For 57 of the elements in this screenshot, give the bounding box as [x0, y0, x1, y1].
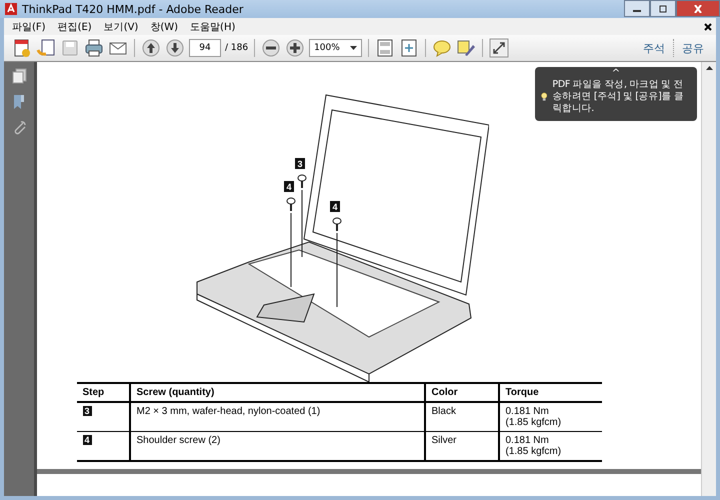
torque-value: (1.85 kgfcm) — [506, 417, 562, 428]
app-icon — [4, 2, 18, 16]
screw-icon — [286, 198, 296, 211]
column-header: Torque — [498, 383, 602, 402]
callout-label: 4 — [284, 181, 294, 192]
screw-icon — [332, 218, 342, 231]
column-header: Step — [76, 383, 130, 402]
scroll-up-icon[interactable] — [706, 66, 712, 70]
arrow-up-icon[interactable] — [141, 38, 161, 58]
comment-icon[interactable] — [432, 38, 452, 58]
close-button[interactable] — [676, 0, 720, 17]
menu-item[interactable]: 도움말(H) — [190, 20, 236, 34]
create-pdf-icon[interactable] — [12, 38, 32, 58]
menu-item[interactable]: 파일(F) — [12, 20, 46, 34]
close-icon[interactable] — [704, 22, 712, 30]
column-header: Color — [424, 383, 498, 402]
table-cell: Shoulder screw (2) — [130, 432, 424, 461]
scrollbar[interactable] — [701, 62, 716, 496]
page-number-field[interactable]: 94 — [189, 39, 221, 57]
torque-value: (1.85 kgfcm) — [506, 446, 562, 457]
table-cell: Silver — [424, 432, 498, 461]
tooltip-text: PDF 파일을 작성, 마크업 및 전송하려면 [주석] 및 [공유]를 클릭합니다. — [552, 79, 685, 115]
zoom-out-icon[interactable] — [261, 38, 282, 58]
collapse-arrow[interactable]: ^ — [541, 69, 691, 79]
zoom-in-icon[interactable] — [285, 38, 306, 58]
fit-width-icon[interactable] — [398, 38, 419, 58]
table-cell: M2 × 3 mm, wafer-head, nylon-coated (1) — [130, 402, 424, 432]
step-number: 4 — [82, 435, 92, 445]
bookmark-icon[interactable] — [11, 94, 27, 110]
page-count: / 186 — [225, 43, 248, 53]
pages-icon[interactable] — [11, 68, 27, 84]
arrow-down-icon[interactable] — [165, 38, 185, 58]
window-title: ThinkPad T420 HMM.pdf - Adobe Reader — [22, 2, 244, 16]
torque-value: 0.181 Nm — [506, 406, 550, 417]
table-cell: Black — [424, 402, 498, 432]
expand-icon[interactable] — [488, 38, 509, 58]
torque-value: 0.181 Nm — [506, 435, 550, 446]
minimize-button[interactable] — [624, 0, 650, 17]
menu-item[interactable]: 창(W) — [150, 20, 178, 34]
step-number: 3 — [82, 406, 92, 416]
screw-icon — [298, 174, 306, 188]
close-icon — [693, 4, 703, 12]
toolbar-button[interactable]: 주석 — [639, 40, 669, 56]
maximize-icon — [658, 4, 668, 12]
menu-item[interactable]: 편집(E) — [58, 20, 92, 34]
print-icon[interactable] — [84, 38, 104, 58]
toolbar-button[interactable]: 공유 — [678, 40, 708, 56]
zoom-dropdown[interactable]: 100% — [309, 39, 362, 57]
callout-label: 3 — [295, 158, 305, 169]
highlight-pen-icon[interactable] — [456, 38, 476, 58]
fit-page-icon[interactable] — [374, 38, 395, 58]
column-header: Screw (quantity) — [130, 383, 424, 402]
document-arrow-icon[interactable] — [36, 38, 56, 58]
maximize-button[interactable] — [650, 0, 676, 17]
callout-label: 4 — [330, 201, 340, 212]
caret-icon — [350, 46, 357, 50]
menu-item[interactable]: 보기(V) — [104, 20, 138, 34]
